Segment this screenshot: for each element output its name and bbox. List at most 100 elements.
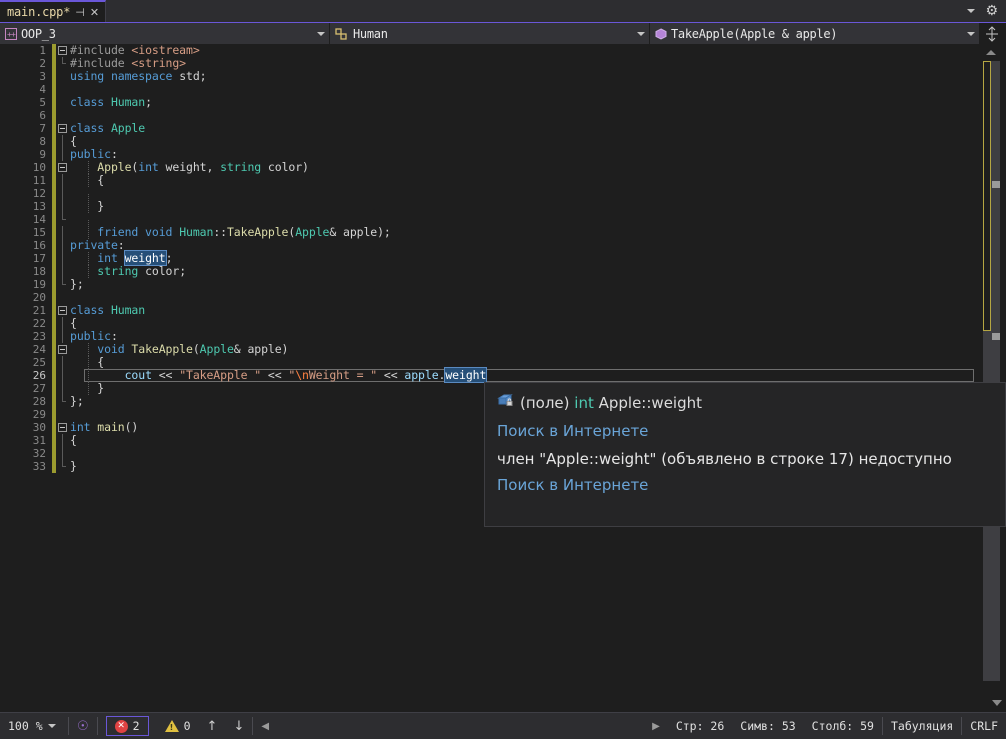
chevron-down-icon[interactable] <box>47 724 56 728</box>
code-line[interactable]: 12 <box>0 187 975 207</box>
code-line[interactable]: 10 Apple(int weight, string color) <box>0 161 975 174</box>
code-text[interactable]: Apple(int weight, string color) <box>70 161 975 174</box>
pin-icon[interactable]: ⊣ <box>75 7 85 18</box>
fold-margin[interactable] <box>56 122 70 135</box>
fold-margin[interactable] <box>56 291 70 304</box>
code-line[interactable]: 3 using namespace std; <box>0 70 975 83</box>
code-editor[interactable]: 1 #include <iostream> 2 #include <string> 3 u… <box>0 44 1006 712</box>
code-line[interactable]: 11 { <box>0 174 975 187</box>
collapse-minus-icon[interactable] <box>58 306 67 315</box>
marker-reference[interactable] <box>992 181 1000 188</box>
marker-reference[interactable] <box>992 333 1000 340</box>
fold-margin[interactable] <box>56 343 70 356</box>
fold-margin[interactable] <box>56 148 70 161</box>
fold-margin[interactable] <box>56 252 70 265</box>
code-text[interactable]: string color; <box>70 265 975 278</box>
error-list-summary[interactable]: ✕ 2 <box>98 713 157 739</box>
fold-margin[interactable] <box>56 200 70 213</box>
search-web-link-1[interactable]: Поиск в Интернете <box>497 420 993 442</box>
indentation-mode[interactable]: Табуляция <box>883 713 961 739</box>
code-line[interactable]: 5 class Human; <box>0 96 975 109</box>
fold-margin[interactable] <box>56 408 70 421</box>
fold-margin[interactable] <box>56 356 70 369</box>
fold-margin[interactable] <box>56 57 70 70</box>
scrollbar-thumb[interactable] <box>983 61 991 331</box>
fold-margin[interactable] <box>56 70 70 83</box>
code-line[interactable]: 20 <box>0 291 975 304</box>
code-lines-container[interactable]: 1 #include <iostream> 2 #include <string> 3 u… <box>0 44 975 699</box>
code-text[interactable]: void TakeApple(Apple& apple) <box>70 343 975 356</box>
code-text[interactable]: private: <box>70 239 975 252</box>
fold-margin[interactable] <box>56 304 70 317</box>
code-text[interactable]: int weight; <box>70 250 975 266</box>
next-issue-button[interactable]: ↓ <box>225 713 252 739</box>
code-line[interactable]: 22 { <box>0 317 975 330</box>
code-line[interactable]: 26 cout << "TakeApple " << "\nWeight = "… <box>0 367 975 383</box>
gear-icon[interactable]: ⚙ <box>985 4 998 18</box>
collapse-minus-icon[interactable] <box>58 423 67 432</box>
fold-margin[interactable] <box>56 382 70 395</box>
member-dropdown[interactable]: TakeApple(Apple & apple) <box>650 23 980 44</box>
chevron-down-icon[interactable] <box>317 31 325 36</box>
fold-margin[interactable] <box>56 96 70 109</box>
fold-margin[interactable] <box>56 447 70 460</box>
fold-margin[interactable] <box>56 213 70 226</box>
code-text[interactable]: cout << "TakeApple " << "\nWeight = " <<… <box>70 367 975 383</box>
line-ending-mode[interactable]: CRLF <box>962 713 1006 739</box>
fold-margin[interactable] <box>56 109 70 122</box>
fold-margin[interactable] <box>56 421 70 434</box>
error-count-badge[interactable]: ✕ 2 <box>105 716 149 736</box>
class-dropdown[interactable]: Human <box>330 23 650 44</box>
code-text[interactable]: class Human <box>70 304 975 317</box>
code-line[interactable]: 8{ <box>0 135 975 148</box>
fold-margin[interactable] <box>56 83 70 96</box>
fold-margin[interactable] <box>56 226 70 239</box>
fold-margin[interactable] <box>56 434 70 447</box>
chevron-down-icon[interactable] <box>967 9 976 13</box>
scroll-right-button[interactable]: ▶ <box>644 713 668 739</box>
collapse-minus-icon[interactable] <box>58 46 67 55</box>
chevron-down-icon[interactable] <box>967 31 975 36</box>
fold-margin[interactable] <box>56 135 70 148</box>
code-line[interactable]: 21 class Human <box>0 304 975 317</box>
code-line[interactable]: 13 } <box>0 200 975 213</box>
code-text[interactable]: using namespace std; <box>70 70 975 83</box>
close-icon[interactable]: ✕ <box>90 7 99 18</box>
prev-issue-button[interactable]: ↑ <box>199 713 226 739</box>
fold-margin[interactable] <box>56 44 70 57</box>
fold-margin[interactable] <box>56 239 70 252</box>
fold-margin[interactable] <box>56 330 70 343</box>
scroll-right-icon[interactable] <box>992 700 1002 706</box>
code-text[interactable]: friend void Human::TakeApple(Apple& appl… <box>70 226 975 239</box>
fold-margin[interactable] <box>56 265 70 278</box>
project-dropdown[interactable]: + + OOP_3 <box>0 23 330 44</box>
code-text[interactable]: }; <box>70 278 975 291</box>
code-text[interactable]: class Human; <box>70 96 975 109</box>
code-line[interactable]: 15 friend void Human::TakeApple(Apple& a… <box>0 226 975 239</box>
collapse-minus-icon[interactable] <box>58 124 67 133</box>
code-line[interactable]: 6 <box>0 109 975 122</box>
tab-main-cpp[interactable]: main.cpp* ⊣ ✕ <box>0 0 107 22</box>
scroll-left-button[interactable]: ◀ <box>253 713 277 739</box>
code-text[interactable]: { <box>70 174 975 187</box>
scrollbar-track[interactable] <box>983 61 1000 681</box>
code-line[interactable]: 19}; <box>0 278 975 291</box>
split-window-icon[interactable] <box>980 23 1004 44</box>
warning-count-group[interactable]: 0 <box>157 713 199 739</box>
code-line[interactable]: 18 string color; <box>0 265 975 278</box>
chevron-down-icon[interactable] <box>637 31 645 36</box>
fold-margin[interactable] <box>56 317 70 330</box>
collapse-minus-icon[interactable] <box>58 163 67 172</box>
horizontal-scrollbar[interactable] <box>0 697 1006 712</box>
fold-margin[interactable] <box>56 460 70 473</box>
code-text[interactable]: } <box>70 200 975 213</box>
fold-margin[interactable] <box>56 395 70 408</box>
fold-margin[interactable] <box>56 278 70 291</box>
fold-margin[interactable] <box>56 369 70 382</box>
fold-margin[interactable] <box>56 174 70 187</box>
code-text[interactable]: { <box>70 135 975 148</box>
code-line[interactable]: 24 void TakeApple(Apple& apple) <box>0 343 975 356</box>
code-line[interactable]: 7 class Apple <box>0 122 975 135</box>
fold-margin[interactable] <box>56 161 70 174</box>
fold-margin[interactable] <box>56 187 70 200</box>
